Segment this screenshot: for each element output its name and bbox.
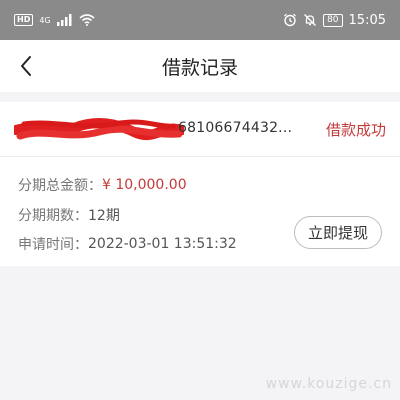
alarm-icon <box>284 13 297 27</box>
total-amount-label: 分期总金额： <box>18 178 102 194</box>
withdraw-now-button[interactable]: 立即提现 <box>294 216 382 249</box>
card-header: 68106674432... 借款成功 <box>0 102 400 157</box>
wifi-icon <box>79 14 95 26</box>
nav-bar: 借款记录 <box>0 40 400 92</box>
status-time: 15:05 <box>348 12 386 28</box>
installments-value: 12期 <box>88 208 120 224</box>
status-bar: HD 4G 80 15:05 <box>0 0 400 40</box>
installments-row: 分期期数： 12期 <box>18 205 120 225</box>
page-title: 借款记录 <box>161 56 238 79</box>
total-amount-row: 分期总金额： ¥ 10,000.00 <box>18 175 187 195</box>
loan-record-card[interactable]: 68106674432... 借款成功 分期总金额： ¥ 10,000.00 分… <box>0 102 400 266</box>
redaction-scribble <box>14 118 184 141</box>
order-number: 68106674432... <box>178 120 293 136</box>
apply-time-row: 申请时间： 2022-03-01 13:51:32 <box>18 234 237 254</box>
loan-status-badge: 借款成功 <box>325 121 386 139</box>
network-type-label: 4G <box>39 15 51 25</box>
installments-label: 分期期数： <box>18 208 88 224</box>
apply-time-label: 申请时间： <box>18 237 88 253</box>
signal-icon <box>56 14 72 26</box>
status-bar-left: HD 4G <box>14 14 95 26</box>
chevron-left-icon <box>21 56 31 76</box>
status-bar-right: 80 15:05 <box>283 13 386 28</box>
total-amount-value: ¥ 10,000.00 <box>102 177 187 193</box>
hd-badge: HD <box>14 14 34 26</box>
back-button[interactable] <box>10 50 42 82</box>
mute-bell-icon <box>304 14 317 26</box>
battery-icon: 80 <box>323 13 343 27</box>
apply-time-value: 2022-03-01 13:51:32 <box>88 236 237 252</box>
watermark: www.kouzige.cn <box>265 376 392 392</box>
